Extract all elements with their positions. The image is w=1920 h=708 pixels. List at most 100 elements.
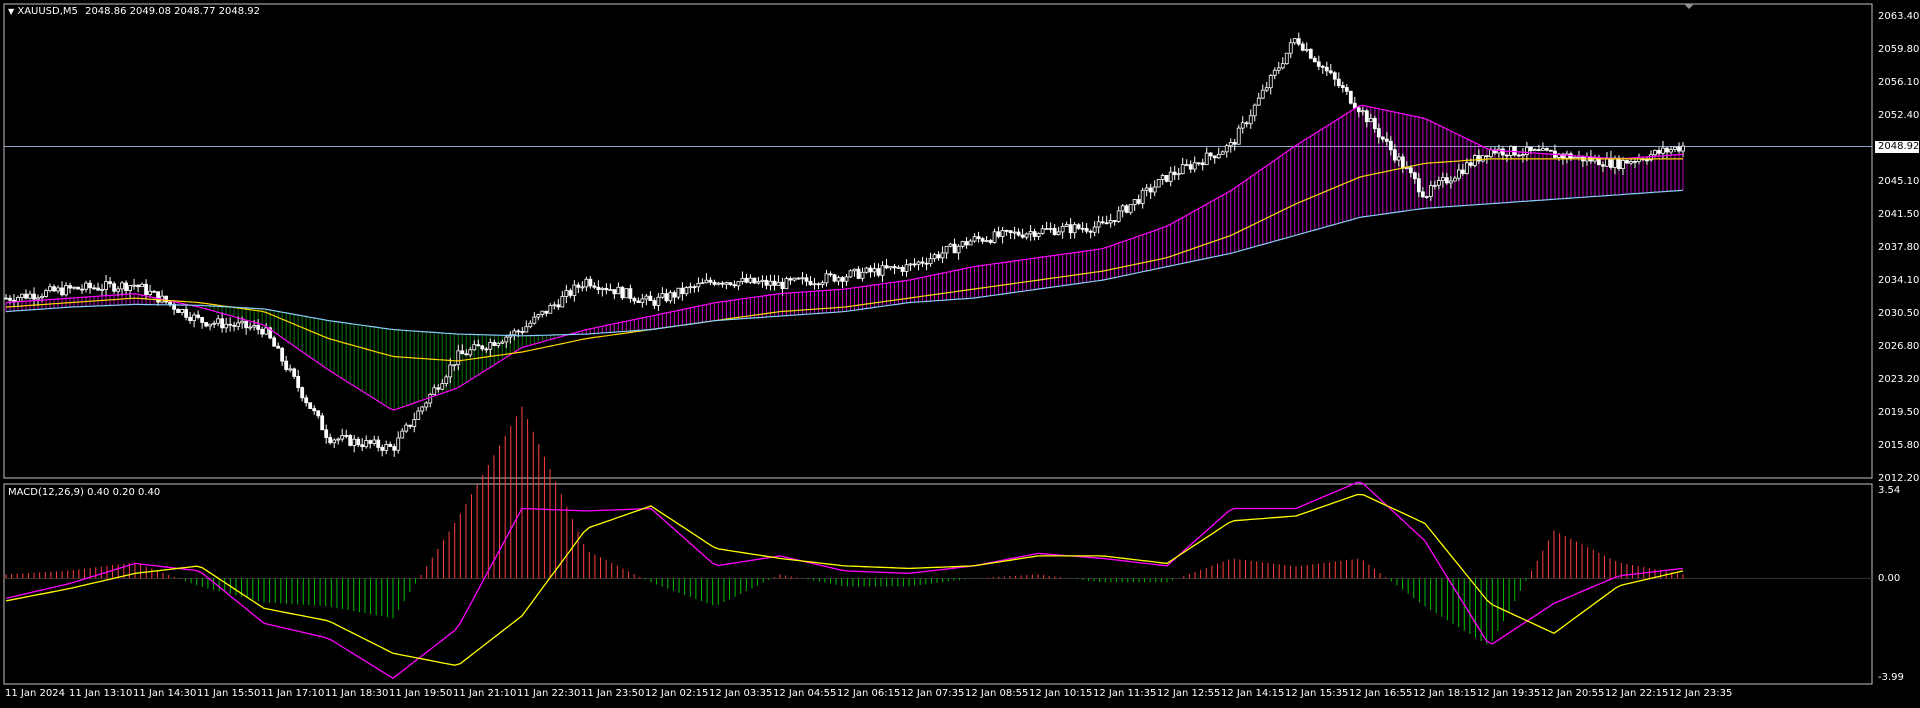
candle-body xyxy=(652,300,657,306)
candle-body xyxy=(124,282,128,291)
candle-body xyxy=(1384,138,1389,142)
candle-body xyxy=(1328,70,1333,74)
candle-body xyxy=(1412,172,1417,180)
time-tick: 12 Jan 15:35 xyxy=(1285,688,1349,699)
candle-body xyxy=(244,320,249,329)
candle-body xyxy=(816,283,821,286)
candle-body xyxy=(1529,146,1533,152)
candle-body xyxy=(396,437,401,451)
candle-body xyxy=(1436,180,1441,186)
candle-body xyxy=(1617,157,1621,169)
candle-body xyxy=(1569,153,1573,160)
candle-body xyxy=(948,243,953,247)
candle-body xyxy=(404,424,409,432)
candle-body xyxy=(640,298,645,303)
candle-body xyxy=(1468,162,1473,166)
candle-body xyxy=(420,406,425,412)
candle-body xyxy=(1232,142,1237,145)
macd-lines xyxy=(5,481,1684,679)
candle-body xyxy=(1112,220,1117,222)
candle-body xyxy=(324,429,329,438)
candle-body xyxy=(336,438,341,441)
candle-body xyxy=(1044,228,1049,230)
time-tick: 11 Jan 2024 xyxy=(5,688,65,699)
ohlc-values: 2048.86 2049.08 2048.77 2048.92 xyxy=(85,6,261,17)
candle-body xyxy=(1424,196,1429,198)
candle-body xyxy=(1665,147,1669,153)
candle-body xyxy=(216,318,221,324)
chart-canvas[interactable] xyxy=(0,0,1920,708)
candle-body xyxy=(56,287,60,292)
candle-body xyxy=(1176,173,1181,176)
candle-body xyxy=(1192,162,1197,170)
time-tick: 12 Jan 22:15 xyxy=(1605,688,1669,699)
candle-body xyxy=(988,240,993,243)
candle-body xyxy=(1388,140,1393,151)
candle-body xyxy=(1092,226,1097,233)
candle-body xyxy=(932,254,937,260)
candle-body xyxy=(1537,149,1541,152)
collapse-triangle-icon[interactable]: ▼ xyxy=(8,7,14,16)
candle-body xyxy=(272,337,277,347)
candle-body xyxy=(1344,87,1349,92)
candle-body xyxy=(352,438,357,446)
candle-body xyxy=(1312,57,1317,63)
candle-body xyxy=(1180,164,1185,175)
macd-panel-frame xyxy=(3,483,1873,685)
candle-body xyxy=(580,286,585,289)
time-tick: 12 Jan 02:15 xyxy=(645,688,709,699)
signal-line xyxy=(5,493,1684,666)
candle-body xyxy=(424,402,429,408)
candle-body xyxy=(864,267,869,273)
candle-body xyxy=(784,278,789,290)
price-tick: 2045.10 xyxy=(1878,176,1920,187)
candle-body xyxy=(40,296,44,299)
macd-histogram xyxy=(4,406,1872,645)
candle-body xyxy=(500,341,505,344)
candle-body xyxy=(1320,65,1325,68)
candle-body xyxy=(668,292,673,302)
candle-body xyxy=(1156,179,1161,188)
candle-body xyxy=(180,309,185,313)
candle-body xyxy=(732,284,737,287)
candle-body xyxy=(1152,186,1157,193)
candle-body xyxy=(496,342,501,346)
price-tick: 2015.80 xyxy=(1878,440,1920,451)
candle-body xyxy=(1196,162,1201,165)
candle-body xyxy=(112,283,116,292)
candle-body xyxy=(1120,205,1125,212)
candle-body xyxy=(564,290,569,297)
candle-body xyxy=(916,261,921,265)
candle-body xyxy=(372,439,377,444)
candle-body xyxy=(624,288,629,299)
time-tick: 12 Jan 04:55 xyxy=(773,688,837,699)
candle-body xyxy=(440,383,445,390)
candle-body xyxy=(340,435,345,440)
candle-body xyxy=(752,277,757,284)
macd-line xyxy=(5,481,1684,679)
candle-body xyxy=(348,435,353,446)
candle-body xyxy=(1140,189,1145,204)
price-tick: 2023.20 xyxy=(1878,374,1920,385)
candle-body xyxy=(8,297,12,301)
candle-body xyxy=(228,323,233,326)
candle-body xyxy=(700,282,705,285)
candle-body xyxy=(44,290,48,297)
candle-body xyxy=(1036,232,1041,237)
time-tick: 12 Jan 10:15 xyxy=(1029,688,1093,699)
candle-body xyxy=(1348,90,1353,104)
candle-body xyxy=(288,368,293,371)
time-tick: 12 Jan 12:55 xyxy=(1157,688,1221,699)
candle-body xyxy=(588,278,593,287)
ma-fast-line xyxy=(5,104,1684,411)
candle-body xyxy=(332,439,337,444)
scroll-shift-marker-icon[interactable] xyxy=(1684,4,1694,9)
candle-body xyxy=(1625,160,1629,164)
candle-body xyxy=(1549,149,1553,152)
candle-body xyxy=(264,327,269,335)
candle-body xyxy=(736,281,741,287)
time-tick: 12 Jan 20:55 xyxy=(1541,688,1605,699)
time-tick: 12 Jan 23:35 xyxy=(1669,688,1733,699)
candle-body xyxy=(1533,149,1537,152)
candle-body xyxy=(664,293,669,302)
